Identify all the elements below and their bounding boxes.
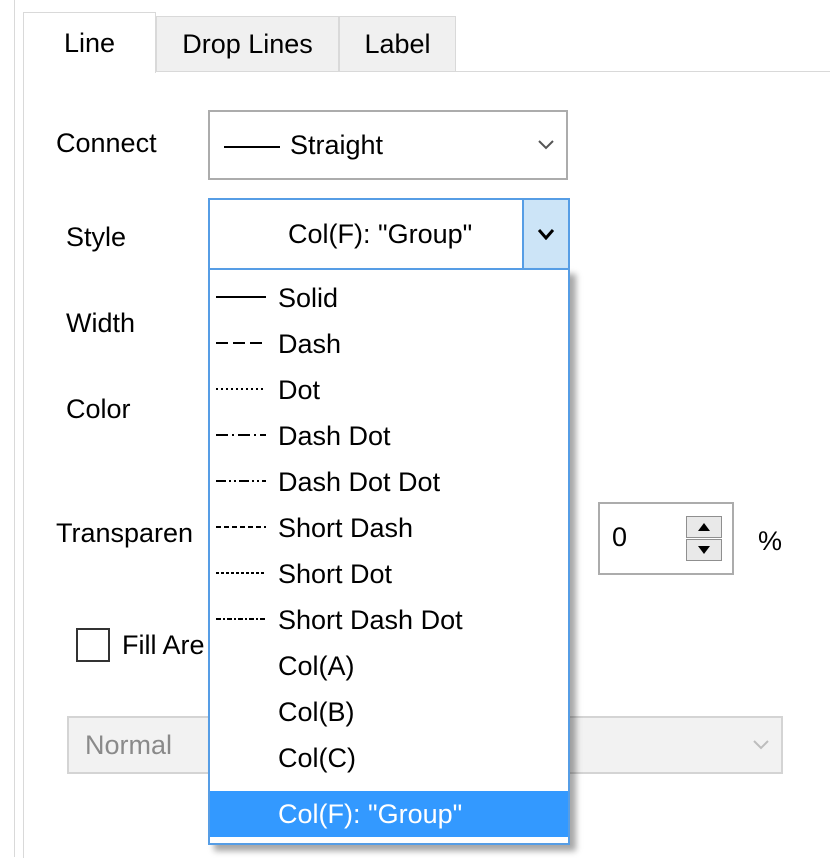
spin-down-button[interactable] bbox=[686, 539, 722, 561]
option-short-dot[interactable]: Short Dot bbox=[210, 551, 568, 597]
short-dash-dot-line-icon bbox=[216, 618, 266, 620]
option-dash-dot-dot[interactable]: Dash Dot Dot bbox=[210, 459, 568, 505]
option-label: Dash Dot bbox=[278, 420, 391, 451]
transparency-value: 0 bbox=[612, 522, 628, 552]
connect-select[interactable]: Straight bbox=[208, 110, 568, 180]
style-value: Col(F): "Group" bbox=[288, 218, 473, 249]
option-label: Solid bbox=[278, 282, 339, 313]
option-label: Dash bbox=[278, 328, 342, 359]
option-label: Short Dot bbox=[278, 558, 393, 589]
dot-line-icon bbox=[216, 388, 266, 390]
option-col-a[interactable]: Col(A) bbox=[210, 643, 568, 689]
straight-line-icon bbox=[224, 146, 280, 148]
option-label: Dot bbox=[278, 374, 321, 405]
chevron-down-icon bbox=[753, 740, 769, 750]
spin-up-button[interactable] bbox=[686, 516, 722, 538]
fill-mode-value: Normal bbox=[85, 729, 173, 760]
dash-line-icon bbox=[216, 342, 266, 344]
style-dropdown-button[interactable] bbox=[522, 200, 568, 268]
short-dot-line-icon bbox=[216, 572, 266, 574]
transparency-label: Transparen bbox=[56, 518, 194, 548]
option-short-dash[interactable]: Short Dash bbox=[210, 505, 568, 551]
connect-label: Connect bbox=[56, 128, 157, 158]
short-dash-line-icon bbox=[216, 526, 266, 528]
option-dash-dot[interactable]: Dash Dot bbox=[210, 413, 568, 459]
option-label: Col(A) bbox=[278, 650, 355, 681]
option-label: Short Dash bbox=[278, 512, 414, 543]
option-solid[interactable]: Solid bbox=[210, 275, 568, 321]
width-label: Width bbox=[66, 308, 136, 338]
option-col-f-group[interactable]: Col(F): "Group" bbox=[210, 791, 568, 837]
fill-area-checkbox[interactable] bbox=[76, 628, 110, 662]
chevron-down-icon bbox=[538, 228, 554, 240]
tab-label-label: Label bbox=[364, 29, 431, 59]
transparency-unit: % bbox=[758, 526, 783, 556]
option-label: Short Dash Dot bbox=[278, 604, 463, 635]
option-col-b[interactable]: Col(B) bbox=[210, 689, 568, 735]
chevron-down-icon bbox=[538, 140, 554, 150]
tab-drop-lines-label: Drop Lines bbox=[182, 29, 313, 59]
option-label: Dash Dot Dot bbox=[278, 466, 441, 497]
tab-drop-lines[interactable]: Drop Lines bbox=[156, 16, 339, 72]
option-short-dash-dot[interactable]: Short Dash Dot bbox=[210, 597, 568, 643]
window-left-edge bbox=[0, 0, 15, 857]
arrow-down-icon bbox=[698, 546, 710, 554]
style-select[interactable]: Col(F): "Group" bbox=[208, 198, 570, 270]
solid-line-icon bbox=[216, 296, 266, 298]
fill-area-label: Fill Are bbox=[122, 630, 205, 660]
option-label: Col(F): "Group" bbox=[278, 798, 463, 829]
arrow-up-icon bbox=[698, 523, 710, 531]
tab-line-label: Line bbox=[63, 27, 116, 58]
option-label: Col(B) bbox=[278, 696, 355, 727]
option-dot[interactable]: Dot bbox=[210, 367, 568, 413]
option-dash[interactable]: Dash bbox=[210, 321, 568, 367]
dash-dot-dot-line-icon bbox=[216, 480, 266, 482]
tab-label[interactable]: Label bbox=[339, 16, 456, 72]
color-label: Color bbox=[66, 394, 131, 424]
option-label: Col(C) bbox=[278, 742, 356, 773]
style-label: Style bbox=[66, 222, 127, 252]
option-col-c[interactable]: Col(C) bbox=[210, 735, 568, 781]
dash-dot-line-icon bbox=[216, 434, 266, 436]
style-dropdown-list: Solid Dash Dot Dash Dot Dash Dot Dot Sho… bbox=[208, 268, 570, 845]
tab-line[interactable]: Line bbox=[23, 12, 156, 73]
connect-value: Straight bbox=[290, 129, 384, 160]
